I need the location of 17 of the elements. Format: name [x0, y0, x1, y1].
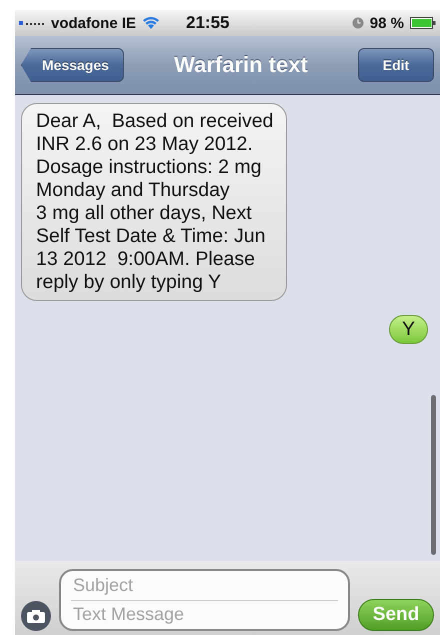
carrier-name: vodafone IE — [51, 14, 136, 32]
battery-icon — [410, 17, 436, 29]
clock-time: 21:55 — [186, 13, 230, 33]
received-message: Dear A, Based on received INR 2.6 on 23 May 2012. Dosage instructions: 2 mg Monday and Thursday 3 mg all other days, Next Self Test Date & Time: Jun 13 2012 9:00AM. Please reply by only typing Y — [21, 103, 287, 301]
camera-icon — [27, 610, 45, 622]
text-message-field[interactable]: Text Message — [71, 600, 338, 629]
edit-button[interactable]: Edit — [358, 48, 434, 82]
alarm-icon — [352, 17, 364, 29]
conversation-title: Warfarin text — [174, 52, 308, 78]
message-field[interactable]: Subject Text Message — [59, 569, 350, 631]
wifi-icon — [142, 16, 160, 30]
signal-icon — [19, 20, 45, 26]
battery-percent: 98 % — [370, 14, 404, 32]
back-button[interactable]: Messages — [21, 48, 124, 82]
subject-field[interactable]: Subject — [71, 571, 338, 600]
camera-button[interactable] — [21, 601, 51, 631]
sent-message: Y — [388, 315, 428, 344]
